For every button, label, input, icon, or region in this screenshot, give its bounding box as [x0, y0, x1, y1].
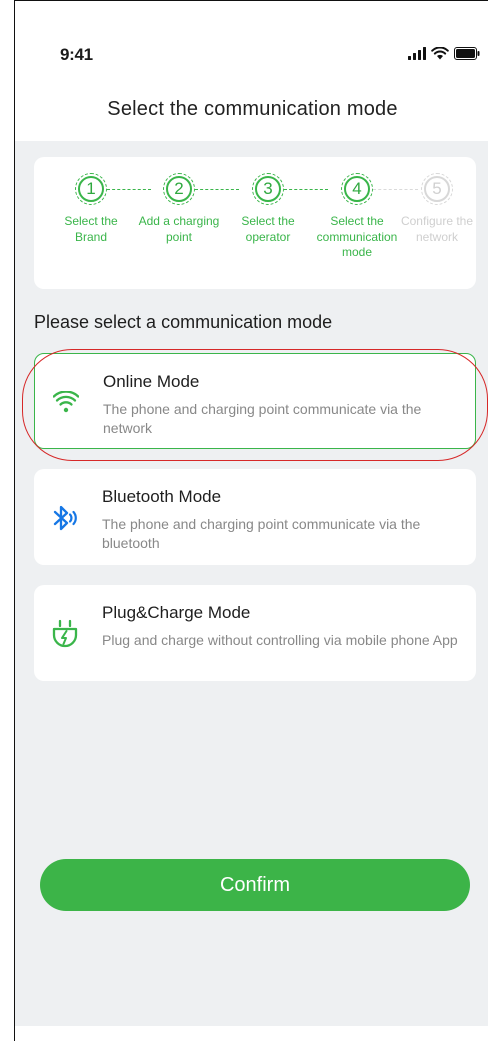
- step-3: 3 Select the operator: [223, 173, 313, 245]
- step-circle: 4: [341, 173, 373, 205]
- mode-description: The phone and charging point communicate…: [102, 516, 421, 551]
- step-circle: 2: [163, 173, 195, 205]
- step-1: 1 Select the Brand: [46, 173, 136, 245]
- step-5: 5 Configure the network: [397, 173, 477, 245]
- progress-stepper: 1 Select the Brand 2 Add a charging poin…: [34, 157, 476, 289]
- step-4: 4 Select the communication mode: [312, 173, 402, 261]
- step-label: Select the operator: [241, 214, 295, 244]
- step-label: Configure the network: [400, 214, 474, 244]
- wifi-icon: [51, 387, 81, 417]
- step-number: 1: [78, 176, 104, 202]
- mode-description: The phone and charging point communicate…: [103, 401, 422, 436]
- step-number: 2: [166, 176, 192, 202]
- mode-name: Bluetooth Mode: [102, 487, 222, 506]
- section-title: Please select a communication mode: [34, 312, 333, 332]
- bluetooth-icon: [50, 503, 80, 533]
- step-circle: 1: [75, 173, 107, 205]
- bottom-area: [15, 1026, 488, 1041]
- phone-screen: 9:41 Select the communication mode 1 Sel…: [14, 0, 488, 1041]
- mode-name: Online Mode: [103, 372, 200, 391]
- online-mode-card[interactable]: Online Mode The phone and charging point…: [34, 353, 476, 449]
- step-label: Add a charging point: [138, 214, 220, 244]
- step-number: 3: [255, 176, 281, 202]
- wifi-status-icon: [431, 46, 449, 59]
- signal-icon: [408, 46, 426, 60]
- bluetooth-mode-card[interactable]: Bluetooth Mode The phone and charging po…: [34, 469, 476, 565]
- status-icons: [408, 45, 480, 61]
- confirm-button[interactable]: Confirm: [40, 859, 470, 911]
- step-circle: 3: [252, 173, 284, 205]
- mode-description: Plug and charge without controlling via …: [102, 632, 458, 648]
- page-title: Select the communication mode: [107, 98, 398, 120]
- step-number: 4: [344, 176, 370, 202]
- step-circle: 5: [421, 173, 453, 205]
- step-2: 2 Add a charging point: [134, 173, 224, 245]
- step-label: Select the communication mode: [316, 214, 398, 259]
- status-time: 9:41: [60, 45, 93, 64]
- plug-icon: [50, 619, 80, 649]
- step-number: 5: [424, 176, 450, 202]
- plug-charge-mode-card[interactable]: Plug&Charge Mode Plug and charge without…: [34, 585, 476, 681]
- step-label: Select the Brand: [64, 214, 118, 244]
- battery-icon: [454, 46, 480, 60]
- mode-name: Plug&Charge Mode: [102, 603, 251, 622]
